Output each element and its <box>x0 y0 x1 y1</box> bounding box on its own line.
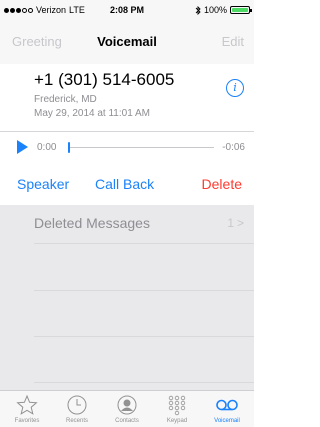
voicemail-player: 0:00 -0:06 <box>0 132 254 162</box>
person-icon <box>117 395 137 415</box>
voicemail-actions: Speaker Call Back Delete <box>0 170 254 200</box>
deleted-messages-row[interactable]: Deleted Messages 1 > <box>0 205 254 243</box>
battery-icon <box>230 6 252 14</box>
page-title: Voicemail <box>97 34 157 49</box>
voicemail-list: Deleted Messages 1 > <box>0 205 254 390</box>
info-icon[interactable]: i <box>226 79 244 97</box>
status-right: 100% <box>195 5 252 15</box>
battery-fill <box>232 8 248 12</box>
star-icon <box>16 394 38 415</box>
nav-bar: Greeting Voicemail Edit <box>0 20 254 64</box>
scrubber-track[interactable] <box>68 142 214 153</box>
list-separator <box>34 382 254 383</box>
list-separator <box>34 336 254 337</box>
list-separator <box>34 243 254 244</box>
deleted-messages-label: Deleted Messages <box>34 215 150 231</box>
caller-number: +1 (301) 514-6005 <box>34 70 175 89</box>
tab-favorites[interactable]: Favorites <box>2 391 52 427</box>
status-bar: Verizon LTE 2:08 PM 100% <box>0 0 254 20</box>
list-separator <box>34 290 254 291</box>
bluetooth-icon <box>195 5 201 15</box>
tab-recents[interactable]: Recents <box>52 391 102 427</box>
time-remaining: -0:06 <box>222 142 245 153</box>
tab-contacts[interactable]: Contacts <box>102 391 152 427</box>
tab-voicemail[interactable]: Voicemail <box>202 391 252 427</box>
scrubber-handle[interactable] <box>68 142 70 153</box>
speaker-button[interactable]: Speaker <box>17 176 69 192</box>
tab-label-recents: Recents <box>65 418 88 424</box>
tab-label-contacts: Contacts <box>115 418 139 424</box>
voicemail-date: May 29, 2014 at 11:01 AM <box>34 108 151 119</box>
tab-bar: Favorites Recents Contacts Keypad Voicem… <box>0 390 254 427</box>
tab-label-favorites: Favorites <box>14 418 40 424</box>
edit-button[interactable]: Edit <box>222 34 244 49</box>
tab-label-keypad: Keypad <box>166 418 188 424</box>
voicemail-detail: +1 (301) 514-6005 Frederick, MD May 29, … <box>0 64 254 130</box>
delete-button[interactable]: Delete <box>202 176 242 192</box>
deleted-messages-count: 1 <box>227 216 234 230</box>
battery-percent: 100% <box>203 5 227 15</box>
clock-icon <box>67 395 87 415</box>
time-elapsed: 0:00 <box>37 142 57 153</box>
tab-label-voicemail: Voicemail <box>214 418 240 424</box>
play-icon[interactable] <box>17 140 28 154</box>
call-back-button[interactable]: Call Back <box>95 176 154 192</box>
chevron-right-icon: > <box>236 216 244 230</box>
voicemail-icon <box>216 399 238 411</box>
keypad-icon <box>168 395 186 416</box>
caller-location: Frederick, MD <box>34 94 97 105</box>
tab-keypad[interactable]: Keypad <box>152 391 202 427</box>
